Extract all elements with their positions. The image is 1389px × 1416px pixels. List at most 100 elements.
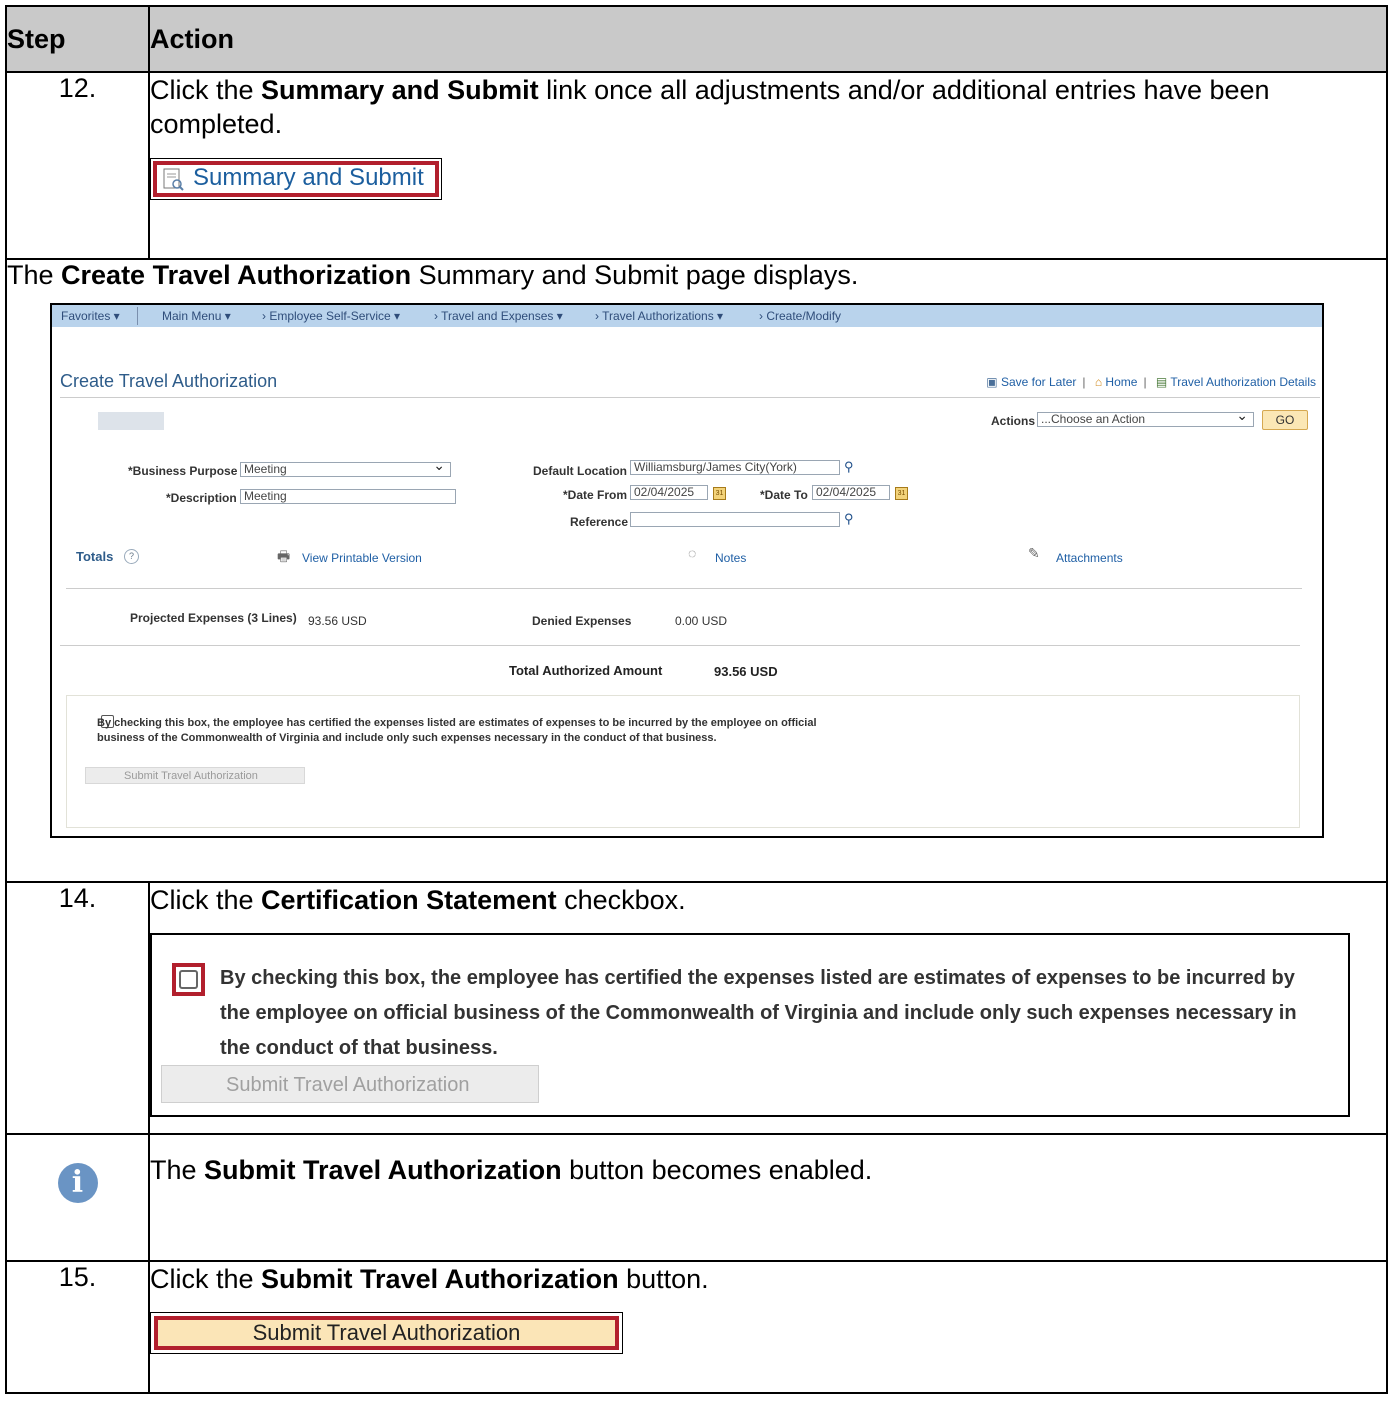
summary-submit-callout: Summary and Submit (150, 157, 442, 200)
business-purpose-dropdown[interactable]: Meeting (240, 462, 451, 477)
step-instruction: Click the Submit Travel Authorization bu… (150, 1262, 1386, 1296)
main-menu[interactable]: Main Menu ▾ (162, 309, 231, 323)
projected-expenses-value: 93.56 USD (308, 614, 367, 628)
page-links: ▣ Save for Later | ⌂ Home | ▤ Travel Autho… (986, 375, 1316, 389)
step-column-header: Step (5, 5, 150, 73)
save-for-later-link[interactable]: Save for Later (1001, 375, 1076, 389)
step-action: Click the Submit Travel Authorization bu… (148, 1260, 1388, 1394)
table-row: 15. Click the Submit Travel Authorizatio… (5, 1260, 1388, 1394)
title-divider (60, 397, 1320, 398)
step-number: 14. (5, 881, 150, 1135)
step-number: 12. (5, 71, 150, 260)
projected-expenses-label: Projected Expenses (3 Lines) (130, 611, 297, 625)
certification-callout: By checking this box, the employee has c… (150, 933, 1350, 1118)
travel-authorization-details-link[interactable]: Travel Authorization Details (1170, 375, 1316, 389)
employee-name-blurred (98, 412, 164, 430)
summary-report-icon (163, 168, 184, 191)
reference-lookup-icon[interactable]: ⚲ (844, 511, 854, 527)
table-row: The Create Travel Authorization Summary … (5, 258, 1388, 883)
note-text-part: button becomes enabled. (561, 1155, 873, 1185)
instruction-bold: Summary and Submit (261, 75, 539, 105)
action-column-header: Action (148, 5, 1388, 73)
default-location-label: Default Location (533, 464, 628, 478)
certification-text: By checking this box, the employee has c… (97, 717, 817, 744)
instruction-bold: Submit Travel Authorization (261, 1264, 619, 1294)
help-icon[interactable]: ? (124, 549, 139, 564)
date-from-calendar-icon[interactable]: 31 (713, 487, 726, 500)
date-to-label: *Date To (760, 488, 808, 502)
reference-input[interactable] (630, 512, 840, 527)
favorites-menu[interactable]: Favorites ▾ (61, 309, 120, 323)
submit-button-callout: Submit Travel Authorization (150, 1312, 623, 1355)
info-icon: i (57, 1163, 98, 1203)
summary-and-submit-label: Summary and Submit (193, 164, 424, 192)
steps-table: Step Action 12. Click the Summary and Su… (5, 5, 1388, 1394)
total-authorized-label: Total Authorized Amount (509, 663, 663, 678)
breadcrumb-travel-and-expenses[interactable]: › Travel and Expenses ▾ (434, 309, 563, 323)
step-number: 15. (5, 1260, 150, 1394)
certification-statement-checkbox[interactable] (172, 963, 205, 997)
note-bold: Submit Travel Authorization (204, 1155, 562, 1185)
summary-and-submit-link[interactable]: Summary and Submit (153, 160, 439, 197)
notes-link[interactable]: Notes (715, 551, 746, 565)
business-purpose-label: *Business Purpose (128, 464, 238, 478)
step-instruction: Click the Certification Statement checkb… (150, 883, 1386, 917)
reference-label: Reference (570, 515, 629, 529)
date-to-calendar-icon[interactable]: 31 (895, 487, 908, 500)
instruction-text: Click the (150, 1264, 262, 1294)
table-header-row: Step Action (5, 5, 1388, 73)
home-icon: ⌂ (1094, 375, 1103, 389)
nav-divider (137, 307, 138, 325)
default-location-input[interactable]: Williamsburg/James City(York) (630, 460, 840, 475)
note-text: The Submit Travel Authorization button b… (148, 1133, 1388, 1262)
date-from-input[interactable]: 02/04/2025 (630, 485, 708, 500)
nav-bar: Favorites ▾ Main Menu ▾ › Employee Self-… (52, 305, 1322, 327)
submit-travel-authorization-button[interactable]: Submit Travel Authorization (154, 1316, 619, 1351)
caption-bold: Create Travel Authorization (61, 260, 412, 290)
actions-dropdown[interactable]: ...Choose an Action (1037, 412, 1254, 427)
caption-text: Summary and Submit page displays. (411, 260, 859, 290)
description-input[interactable]: Meeting (240, 489, 456, 504)
table-row: i The Submit Travel Authorization button… (5, 1133, 1388, 1262)
step-instruction: Click the Summary and Submit link once a… (150, 73, 1386, 142)
submit-travel-authorization-button-disabled[interactable]: Submit Travel Authorization (161, 1065, 539, 1104)
instruction-bold: Certification Statement (261, 885, 557, 915)
go-button[interactable]: GO (1262, 410, 1308, 430)
breadcrumb-employee-self-service[interactable]: › Employee Self-Service ▾ (262, 309, 400, 323)
caption-text: The (7, 260, 62, 290)
certification-statement-text: By checking this box, the employee has c… (220, 967, 1297, 1060)
page-title: Create Travel Authorization (60, 371, 278, 391)
step-action: Click the Summary and Submit link once a… (148, 71, 1388, 260)
instruction-text: Click the (150, 75, 262, 105)
table-row: 14. Click the Certification Statement ch… (5, 881, 1388, 1135)
description-label: *Description (166, 491, 237, 505)
location-lookup-icon[interactable]: ⚲ (844, 459, 854, 475)
total-authorized-value: 93.56 USD (714, 664, 778, 679)
screenshot-caption: The Create Travel Authorization Summary … (7, 260, 1386, 291)
screenshot-section: The Create Travel Authorization Summary … (5, 258, 1388, 883)
instruction-text: Click the (150, 885, 262, 915)
breadcrumb-travel-authorizations[interactable]: › Travel Authorizations ▾ (595, 309, 723, 323)
home-link[interactable]: Home (1105, 375, 1137, 389)
date-from-label: *Date From (563, 488, 628, 502)
totals-divider (66, 588, 1302, 589)
table-row: 12. Click the Summary and Submit link on… (5, 71, 1388, 260)
breadcrumb-create-modify[interactable]: › Create/Modify (759, 309, 841, 323)
notes-icon: ◌ (688, 545, 697, 561)
attachment-icon: ✎ (1028, 545, 1040, 561)
create-travel-authorization-screenshot: Favorites ▾ Main Menu ▾ › Employee Self-… (50, 303, 1324, 838)
attachments-link[interactable]: Attachments (1056, 551, 1123, 565)
denied-expenses-label: Denied Expenses (532, 614, 632, 628)
note-text-part: The (150, 1155, 205, 1185)
save-icon: ▣ (986, 375, 998, 389)
instruction-text: checkbox. (556, 885, 686, 915)
amount-divider (60, 645, 1300, 646)
date-to-input[interactable]: 02/04/2025 (812, 485, 890, 500)
instruction-text: button. (618, 1264, 709, 1294)
totals-heading: Totals (76, 549, 114, 564)
denied-expenses-value: 0.00 USD (675, 614, 728, 628)
printer-icon: 🖶 (277, 548, 291, 564)
view-printable-version-link[interactable]: View Printable Version (302, 551, 422, 565)
step-action: Click the Certification Statement checkb… (148, 881, 1388, 1135)
submit-travel-authorization-button-disabled[interactable]: Submit Travel Authorization (85, 767, 305, 784)
